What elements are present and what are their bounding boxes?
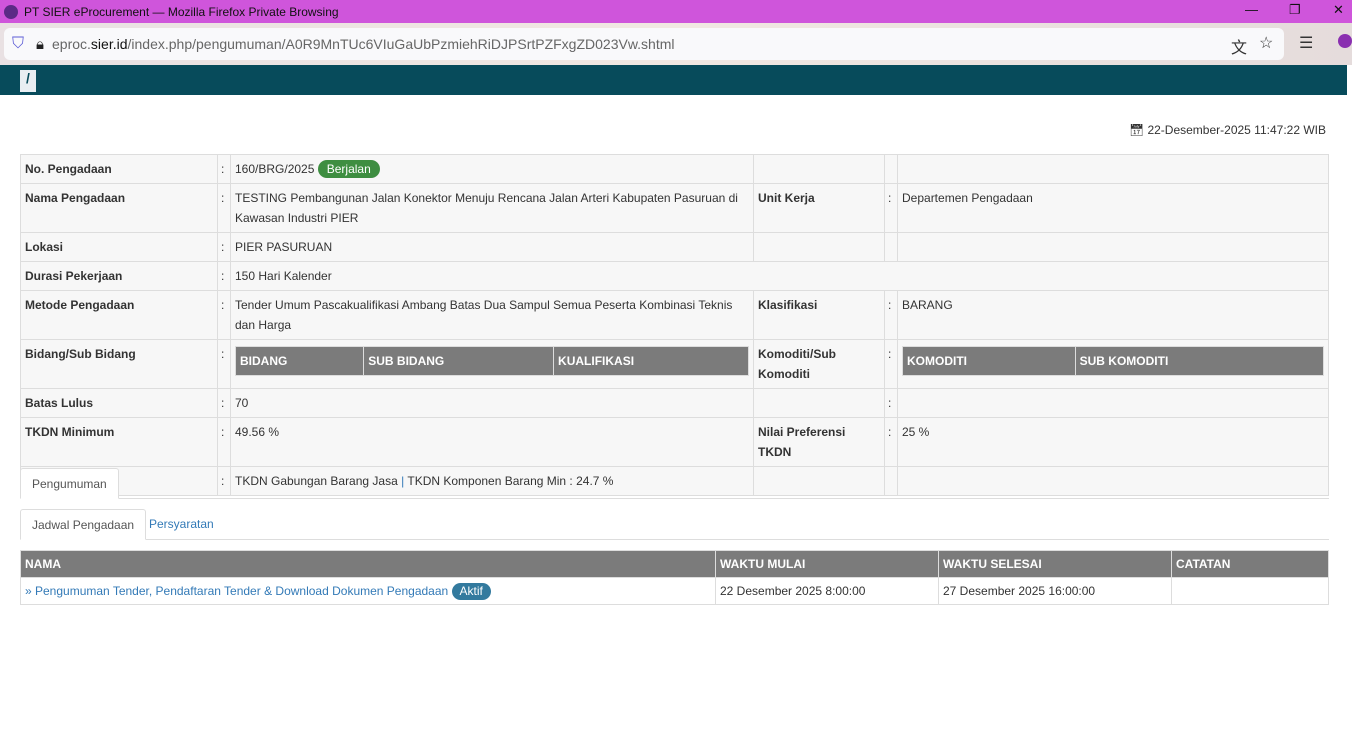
empty (753, 154, 885, 184)
unit-value: Departemen Pengadaan (897, 183, 1329, 233)
lokasi-value: PIER PASURUAN (230, 232, 754, 262)
col-header: WAKTU SELESAI (938, 550, 1172, 578)
no-pengadaan-value: 160/BRG/2025 Berjalan (230, 154, 754, 184)
table-row: » Pengumuman Tender, Pendaftaran Tender … (20, 577, 1329, 605)
metode-value: Tender Umum Pascakualifikasi Ambang Bata… (230, 290, 754, 340)
url-prefix: eproc. (52, 36, 91, 52)
minimize-icon[interactable]: — (1245, 2, 1258, 17)
label: Batas Lulus (20, 388, 218, 418)
colon: : (884, 183, 898, 233)
close-icon[interactable]: ✕ (1333, 2, 1344, 18)
empty (897, 388, 1329, 418)
current-datetime: 📅︎ 22-Desember-2025 11:47:22 WIB (1129, 123, 1326, 137)
label: Lokasi (20, 232, 218, 262)
label: No. Pengadaan (20, 154, 218, 184)
col-header: NAMA (20, 550, 716, 578)
datetime-text: 22-Desember-2025 11:47:22 WIB (1147, 123, 1326, 137)
colon: : (884, 290, 898, 340)
label: Unit Kerja (753, 183, 885, 233)
label: Durasi Pekerjaan (20, 261, 218, 291)
calendar-icon: 📅︎ (1128, 123, 1145, 137)
empty (753, 388, 885, 418)
colon: : (217, 154, 231, 184)
col-header: KOMODITI (902, 346, 1076, 376)
bidang-cell: BIDANG SUB BIDANG KUALIFIKASI (230, 339, 754, 389)
shield-icon[interactable]: ⛉ (12, 35, 24, 53)
lock-icon[interactable]: 🔒︎ (36, 36, 44, 53)
col-header: KUALIFIKASI (553, 346, 749, 376)
colon: : (217, 261, 231, 291)
url-host: sier.id (90, 36, 128, 52)
label: Nilai Preferensi TKDN (753, 417, 885, 467)
col-header: SUB BIDANG (363, 346, 555, 376)
catatan (1171, 577, 1329, 605)
bookmark-star-icon[interactable]: ☆ (1259, 33, 1273, 53)
colon: : (217, 417, 231, 467)
window-title: PT SIER eProcurement — Mozilla Firefox P… (24, 4, 339, 19)
empty (884, 154, 898, 184)
label: Bidang/Sub Bidang (20, 339, 218, 389)
label: Metode Pengadaan (20, 290, 218, 340)
label: Klasifikasi (753, 290, 885, 340)
menu-icon[interactable]: ☰ (1299, 33, 1313, 53)
url-path: /index.php/pengumuman/A0R9MnTUc6VIuGaUbP… (127, 36, 675, 52)
main-tabs: Pengumuman (20, 468, 1329, 499)
label: Komoditi/Sub Komoditi (753, 339, 885, 389)
schedule-link[interactable]: » Pengumuman Tender, Pendaftaran Tender … (25, 584, 448, 598)
empty (753, 232, 885, 262)
waktu-selesai: 27 Desember 2025 16:00:00 (938, 577, 1172, 605)
col-header: BIDANG (234, 346, 365, 376)
sier-logo[interactable]: / (20, 70, 36, 92)
empty (897, 154, 1329, 184)
schedule-table: NAMA WAKTU MULAI WAKTU SELESAI CATATAN » Pe… (20, 550, 1329, 605)
private-mask-icon (1338, 34, 1352, 48)
colon: : (217, 183, 231, 233)
bidang-table: BIDANG SUB BIDANG KUALIFIKASI (234, 346, 749, 376)
colon: : (217, 339, 231, 389)
waktu-mulai: 22 Desember 2025 8:00:00 (715, 577, 939, 605)
tab-persyaratan[interactable]: Persyaratan (138, 509, 225, 540)
site-header: / (0, 65, 1347, 95)
colon: : (217, 388, 231, 418)
tkdn-value: 49.56 % (230, 417, 754, 467)
label: TKDN Minimum (20, 417, 218, 467)
nama-value: TESTING Pembangunan Jalan Konektor Menuj… (230, 183, 754, 233)
empty (884, 232, 898, 262)
navigation-bar: ⛉ 🔒︎ eproc. sier.id/index.php/pengumuman/… (0, 23, 1352, 65)
label: Nama Pengadaan (20, 183, 218, 233)
col-header: CATATAN (1171, 550, 1329, 578)
translate-icon[interactable]: 文 (1231, 34, 1247, 58)
window-titlebar: PT SIER eProcurement — Mozilla Firefox P… (0, 0, 1352, 23)
tab-jadwal-pengadaan[interactable]: Jadwal Pengadaan (20, 509, 147, 540)
batas-value: 70 (230, 388, 754, 418)
empty (897, 232, 1329, 262)
url-bar[interactable]: ⛉ 🔒︎ eproc. sier.id/index.php/pengumuman/… (4, 28, 1284, 60)
col-header: WAKTU MULAI (715, 550, 939, 578)
col-header: SUB KOMODITI (1074, 346, 1325, 376)
tab-pengumuman[interactable]: Pengumuman (20, 468, 119, 499)
status-badge: Berjalan (317, 160, 380, 178)
no-value: 160/BRG/2025 (235, 162, 315, 176)
colon: : (884, 417, 898, 467)
colon: : (217, 290, 231, 340)
colon: : (217, 232, 231, 262)
colon: : (884, 339, 898, 389)
sub-tabs: Jadwal Pengadaan Persyaratan (20, 509, 1329, 540)
komoditi-cell: KOMODITI SUB KOMODITI (897, 339, 1329, 389)
pref-value: 25 % (897, 417, 1329, 467)
colon: : (884, 388, 898, 418)
durasi-value: 150 Hari Kalender (230, 261, 1329, 291)
komoditi-table: KOMODITI SUB KOMODITI (902, 346, 1325, 376)
status-badge: Aktif (451, 582, 491, 600)
restore-icon[interactable]: ❐ (1289, 2, 1301, 18)
nama-cell: » Pengumuman Tender, Pendaftaran Tender … (20, 577, 716, 605)
klasifikasi-value: BARANG (897, 290, 1329, 340)
private-browsing-icon (4, 4, 18, 19)
procurement-info-table: No. Pengadaan:160/BRG/2025 Berjalan Nama… (20, 154, 1329, 496)
